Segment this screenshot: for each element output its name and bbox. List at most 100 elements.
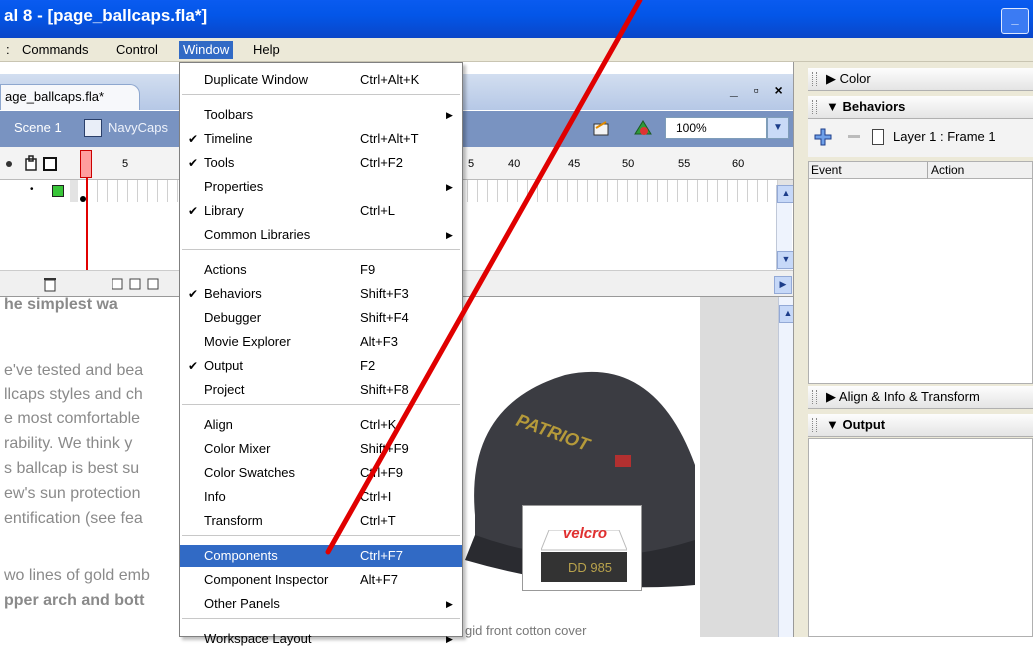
menu-item-tools[interactable]: ✔ Tools Ctrl+F2 [180, 152, 462, 174]
ruler-label: 60 [732, 158, 745, 170]
velcro-patch [522, 505, 642, 591]
document-tab[interactable]: age_ballcaps.fla* [0, 84, 140, 110]
add-behavior-icon[interactable] [814, 128, 834, 146]
menu-item-other-panels[interactable]: Other Panels ▶ [180, 593, 462, 615]
document-window-controls[interactable]: _ ▫ × [730, 82, 790, 102]
onion-skin-icons[interactable] [112, 276, 168, 292]
menu-item-shortcut: Ctrl+I [360, 489, 392, 504]
zoom-select[interactable]: 100% [665, 117, 767, 139]
submenu-arrow-icon: ▶ [446, 634, 453, 644]
align-panel-header[interactable]: ▶ Align & Info & Transform [808, 386, 1033, 409]
trash-icon[interactable] [42, 276, 58, 292]
movieclip-icon [84, 119, 102, 137]
menu-item-shortcut: Shift+F9 [360, 441, 409, 456]
menu-item-transform[interactable]: Transform Ctrl+T [180, 510, 462, 532]
menu-item-component-inspector[interactable]: Component Inspector Alt+F7 [180, 569, 462, 591]
stage-text: s ballcap is best su [4, 460, 140, 477]
output-panel-header[interactable]: ▼ Output [808, 414, 1033, 437]
menu-item-debugger[interactable]: Debugger Shift+F4 [180, 307, 462, 329]
menu-item-color-mixer[interactable]: Color Mixer Shift+F9 [180, 438, 462, 460]
menu-item-shortcut: Ctrl+F2 [360, 155, 403, 170]
menu-item-shortcut: Ctrl+T [360, 513, 396, 528]
menu-item-project[interactable]: Project Shift+F8 [180, 379, 462, 401]
stage-text: ew's sun protection [4, 485, 141, 502]
pasteboard [700, 297, 778, 637]
ruler-label: 45 [568, 158, 581, 170]
behaviors-panel-header[interactable]: ▼ Behaviors [808, 96, 1033, 119]
menu-item-output[interactable]: ✔ Output F2 [180, 355, 462, 377]
check-icon: ✔ [188, 359, 199, 373]
menu-item-label: Component Inspector [204, 572, 329, 587]
submenu-arrow-icon: ▶ [446, 182, 453, 192]
color-panel-header[interactable]: ▶ Color [808, 68, 1033, 91]
minimize-button[interactable]: _ [1001, 8, 1029, 34]
menu-separator [182, 404, 460, 405]
stage-scrollbar[interactable]: ▲ [778, 297, 797, 637]
action-column[interactable]: Action [931, 163, 964, 177]
menu-partial[interactable]: : [2, 41, 14, 59]
menu-item-label: Actions [204, 262, 247, 277]
edit-scene-icon[interactable] [592, 118, 614, 138]
stage-text: wo lines of gold emb [4, 567, 150, 584]
menu-item-components[interactable]: Components Ctrl+F7 [180, 545, 462, 567]
stage-text: entification (see fea [4, 510, 143, 527]
menu-item-library[interactable]: ✔ Library Ctrl+L [180, 200, 462, 222]
check-icon: ✔ [188, 287, 199, 301]
menu-item-align[interactable]: Align Ctrl+K [180, 414, 462, 436]
menu-item-label: Workspace Layout [204, 631, 312, 646]
menu-item-label: Color Mixer [204, 441, 271, 456]
submenu-arrow-icon: ▶ [446, 110, 453, 120]
menu-item-label: Duplicate Window [204, 72, 309, 87]
timeline-scrollbar[interactable]: ▲ ▼ [776, 185, 795, 270]
menu-item-properties[interactable]: Properties ▶ [180, 176, 462, 198]
menu-item-actions[interactable]: Actions F9 [180, 259, 462, 281]
menu-item-shortcut: Ctrl+K [360, 417, 397, 432]
menu-item-workspace-layout[interactable]: Workspace Layout ▶ [180, 628, 462, 650]
title-bar: al 8 - [page_ballcaps.fla*] _ [0, 0, 1033, 38]
menu-item-shortcut: F2 [360, 358, 376, 373]
chevron-down-icon[interactable]: ▼ [767, 117, 789, 139]
output-panel[interactable] [808, 438, 1033, 637]
stage-text-bold: pper arch and bott [4, 592, 145, 609]
ruler-label: 40 [508, 158, 521, 170]
event-column[interactable]: Event [811, 163, 842, 177]
menu-item-duplicate-window[interactable]: Duplicate Window Ctrl+Alt+K [180, 69, 462, 91]
menu-control[interactable]: Control [112, 41, 162, 59]
stage-caption: gid front cotton cover [465, 623, 587, 638]
scene-link[interactable]: Scene 1 [14, 120, 62, 135]
edit-symbol-icon[interactable] [632, 118, 654, 138]
stage-text: rability. We think y [4, 435, 133, 452]
remove-behavior-icon[interactable] [848, 135, 860, 138]
menu-item-label: Timeline [204, 131, 253, 146]
menu-item-shortcut: Shift+F4 [360, 310, 409, 325]
patch-label: velcro [562, 525, 608, 542]
menu-item-color-swatches[interactable]: Color Swatches Ctrl+F9 [180, 462, 462, 484]
chevron-right-icon[interactable]: ▶ [774, 276, 792, 294]
menu-help[interactable]: Help [249, 41, 284, 59]
keyframe-icon [80, 196, 86, 202]
layer-toggle-icons[interactable] [4, 155, 74, 173]
stage-text: e most comfortable [4, 410, 141, 427]
menu-item-label: Debugger [204, 310, 262, 325]
menu-item-label: Output [204, 358, 244, 373]
behaviors-table-header: Event Action [808, 161, 1033, 180]
playhead[interactable] [80, 150, 92, 178]
menu-item-common-libraries[interactable]: Common Libraries ▶ [180, 224, 462, 246]
triangle-right-icon: ▶ [826, 389, 836, 404]
triangle-down-icon: ▼ [826, 99, 839, 114]
menu-item-timeline[interactable]: ✔ Timeline Ctrl+Alt+T [180, 128, 462, 150]
menu-item-label: Other Panels [204, 596, 280, 611]
layer-name-cell[interactable]: • [0, 180, 70, 202]
submenu-arrow-icon: ▶ [446, 230, 453, 240]
menu-commands[interactable]: Commands [18, 41, 92, 59]
behaviors-table[interactable] [808, 179, 1033, 384]
stage-text: e've tested and bea [4, 362, 144, 379]
menu-item-behaviors[interactable]: ✔ Behaviors Shift+F3 [180, 283, 462, 305]
symbol-link[interactable]: NavyCaps [108, 120, 168, 135]
menu-item-movie-explorer[interactable]: Movie Explorer Alt+F3 [180, 331, 462, 353]
menu-item-info[interactable]: Info Ctrl+I [180, 486, 462, 508]
menu-window[interactable]: Window [179, 41, 234, 59]
menu-item-toolbars[interactable]: Toolbars ▶ [180, 104, 462, 126]
menu-separator [182, 249, 460, 250]
check-icon: ✔ [188, 132, 199, 146]
